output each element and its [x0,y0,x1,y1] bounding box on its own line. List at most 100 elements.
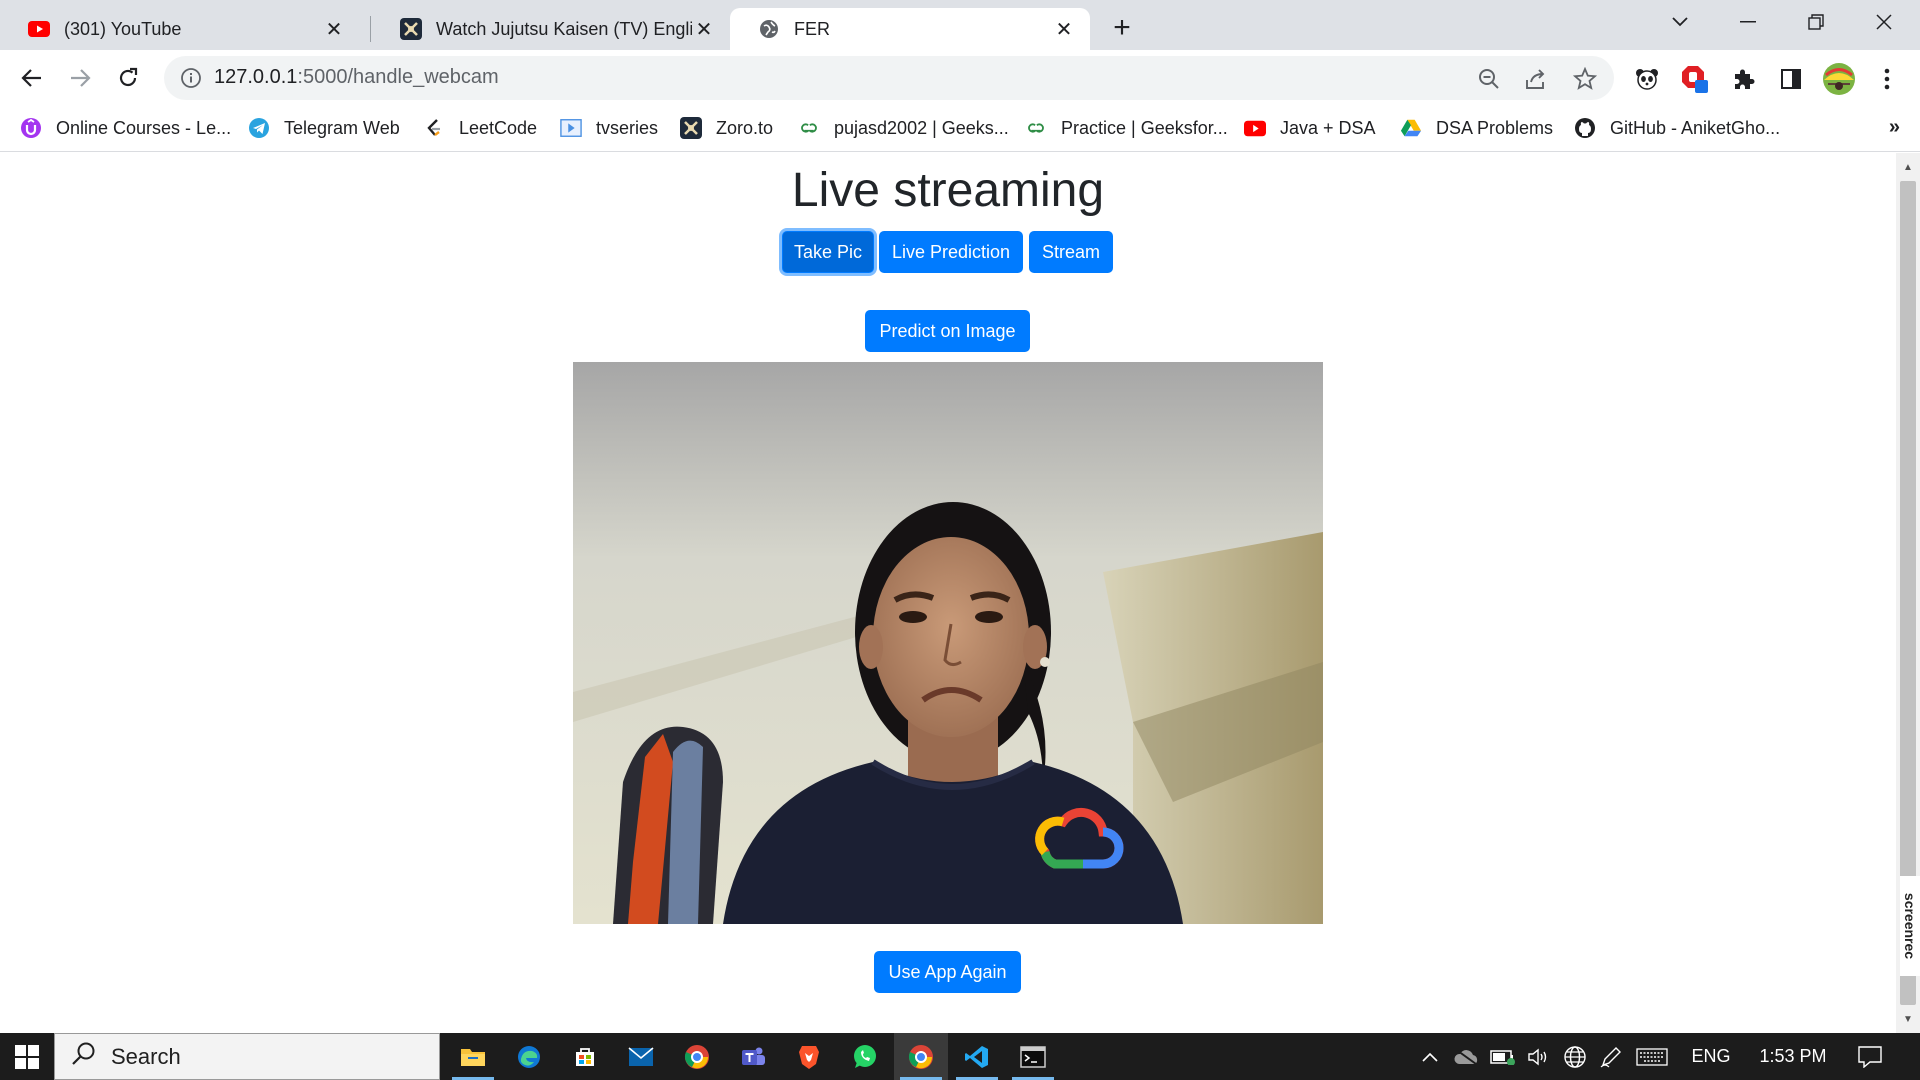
bookmark-label: Practice | Geeksfor... [1061,117,1228,138]
search-icon [71,1041,97,1073]
google-drive-icon [1400,117,1422,139]
webcam-capture-image [573,362,1323,924]
bookmark-label: Zoro.to [716,117,774,138]
tab-strip: (301) YouTube ✕ Watch Jujutsu Kaisen (TV… [0,0,1920,50]
youtube-icon [28,18,50,40]
bookmark-star-icon[interactable] [1572,66,1598,92]
bookmark-dsa-problems[interactable]: DSA Problems [1400,114,1553,142]
page-viewport: Live streaming Take Pic Live Prediction … [0,153,1896,1033]
globe-icon [758,18,780,40]
brave-icon[interactable] [782,1033,836,1080]
screenrec-widget[interactable]: screenrec [1900,876,1920,976]
notification-center-icon[interactable] [1850,1033,1890,1080]
bookmark-label: Telegram Web [284,117,400,138]
chrome-icon[interactable] [670,1033,724,1080]
scroll-down-arrow-icon[interactable]: ▼ [1900,1011,1916,1027]
tab-title: (301) YouTube [64,18,182,39]
bookmark-label: Online Courses - Le... [56,117,232,138]
tab-fer[interactable]: FER ✕ [730,8,1090,50]
battery-icon[interactable] [1488,1033,1518,1080]
bookmark-online-courses[interactable]: Online Courses - Le... [20,114,231,142]
telegram-icon [248,117,270,139]
chrome-running-icon[interactable] [894,1033,948,1080]
info-icon[interactable] [180,67,202,94]
bookmark-github[interactable]: GitHub - AniketGho... [1574,114,1780,142]
taskbar-search-box[interactable]: Search [54,1033,440,1080]
bookmark-label: pujasd2002 | Geeks... [834,117,1009,138]
minimize-button[interactable] [1720,0,1776,44]
address-bar[interactable]: 127.0.0.1:5000/handle_webcam [164,56,1614,100]
url-path: :5000/handle_webcam [297,66,499,88]
adblock-extension-icon[interactable] [1680,64,1710,94]
touch-keyboard-icon[interactable] [1632,1033,1672,1080]
bookmark-label: LeetCode [459,117,538,138]
reload-button[interactable] [110,60,146,96]
onedrive-icon[interactable] [1452,1033,1482,1080]
tab-youtube[interactable]: (301) YouTube ✕ [0,8,360,50]
live-prediction-button[interactable]: Live Prediction [879,231,1023,273]
page-title: Live streaming [791,164,1105,217]
language-indicator[interactable]: ENG [1686,1033,1736,1080]
stream-button[interactable]: Stream [1029,231,1113,273]
bookmark-java-dsa[interactable]: Java + DSA [1244,114,1376,142]
pen-icon[interactable] [1596,1033,1626,1080]
restore-button[interactable] [1788,0,1844,44]
bookmark-telegram-web[interactable]: Telegram Web [248,114,400,142]
geeksforgeeks-icon [1025,117,1047,139]
whatsapp-icon[interactable] [838,1033,892,1080]
new-tab-button[interactable]: + [1106,11,1138,44]
bookmark-label: tvseries [596,117,659,138]
microsoft-store-icon[interactable] [558,1033,612,1080]
bookmarks-bar: Online Courses - Le... Telegram Web Leet… [0,106,1920,152]
forward-button[interactable] [62,60,98,96]
close-icon[interactable]: ✕ [1052,17,1076,41]
url-host: 127.0.0.1 [214,66,298,88]
scroll-up-arrow-icon[interactable]: ▲ [1900,159,1916,175]
take-pic-button[interactable]: Take Pic [782,231,874,273]
tab-jujutsu-kaisen[interactable]: Watch Jujutsu Kaisen (TV) English ✕ [372,8,730,50]
url-text[interactable]: 127.0.0.1:5000/handle_webcam [214,66,499,89]
tab-search-chevron-icon[interactable] [1652,0,1708,44]
windows-start-icon[interactable] [0,1033,54,1080]
volume-icon[interactable] [1524,1033,1554,1080]
side-panel-icon[interactable] [1776,64,1806,94]
bookmark-tvseries[interactable]: tvseries [560,114,658,142]
extensions-puzzle-icon[interactable] [1728,64,1758,94]
bookmark-label: GitHub - AniketGho... [1610,117,1781,138]
bookmark-practice-gfg[interactable]: Practice | Geeksfor... [1025,114,1228,142]
edge-icon[interactable] [502,1033,556,1080]
close-icon[interactable]: ✕ [692,17,716,41]
vscode-icon[interactable] [950,1033,1004,1080]
zoro-icon [400,18,422,40]
video-icon [560,117,582,139]
more-bookmarks-chevron-icon[interactable]: » [1889,116,1900,139]
file-explorer-icon[interactable] [446,1033,500,1080]
youtube-icon [1244,117,1266,139]
terminal-icon[interactable] [1006,1033,1060,1080]
panda-extension-icon[interactable] [1632,64,1662,94]
windows-taskbar: Search ENG 1:53 PM [0,1033,1920,1080]
bookmark-pujasd2002[interactable]: pujasd2002 | Geeks... [798,114,1009,142]
back-button[interactable] [14,60,50,96]
close-window-button[interactable] [1856,0,1912,44]
screenrec-label: screenrec [1902,892,1919,960]
profile-avatar[interactable] [1822,62,1856,96]
network-globe-icon[interactable] [1560,1033,1590,1080]
bookmark-label: Java + DSA [1280,117,1376,138]
tab-title: Watch Jujutsu Kaisen (TV) English [436,18,692,39]
predict-on-image-button[interactable]: Predict on Image [865,310,1030,352]
geeksforgeeks-icon [798,117,820,139]
tab-title: FER [794,18,830,39]
bookmark-leetcode[interactable]: LeetCode [423,114,537,142]
clock[interactable]: 1:53 PM [1748,1033,1838,1080]
close-icon[interactable]: ✕ [322,17,346,41]
share-icon[interactable] [1524,66,1550,92]
zoom-out-icon[interactable] [1476,66,1502,92]
teams-icon[interactable] [726,1033,780,1080]
menu-kebab-icon[interactable] [1872,64,1902,94]
tray-chevron-up-icon[interactable] [1416,1033,1444,1080]
bookmark-zoro[interactable]: Zoro.to [680,114,773,142]
search-label: Search [111,1043,181,1069]
mail-icon[interactable] [614,1033,668,1080]
use-app-again-button[interactable]: Use App Again [874,951,1021,993]
